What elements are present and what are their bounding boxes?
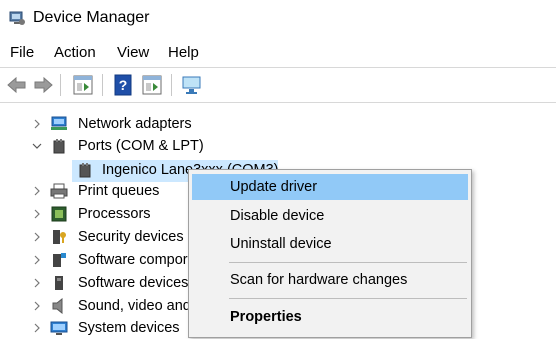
menu-action[interactable]: Action [54, 44, 96, 61]
menu-item-label: Disable device [230, 208, 325, 224]
title-bar: Device Manager [0, 0, 556, 38]
chevron-right-icon[interactable] [32, 119, 42, 129]
menu-separator [229, 298, 467, 299]
menu-item-label: Properties [230, 309, 302, 325]
tree-icon-partial [58, 102, 72, 104]
chevron-down-icon[interactable] [32, 141, 42, 151]
software-device-icon [55, 276, 63, 290]
window-title: Device Manager [33, 9, 150, 26]
system-icon [50, 321, 68, 335]
software-component-icon [53, 253, 66, 267]
svg-text:?: ? [119, 77, 128, 93]
sound-icon [52, 298, 63, 314]
toolbar-separator [102, 74, 103, 96]
chevron-right-icon[interactable] [32, 323, 42, 333]
tree-item-label: Ports (COM & LPT) [78, 138, 204, 154]
tree-item-network-adapters[interactable]: Network adapters [30, 113, 280, 135]
processor-icon [51, 206, 67, 222]
tree-item-label: Software devices [78, 275, 189, 291]
toolbar-separator [171, 74, 172, 96]
menu-item-uninstall-device[interactable]: Uninstall device [192, 231, 468, 257]
tree-item-security-devices[interactable]: Security devices [30, 226, 190, 248]
menu-item-update-driver[interactable]: Update driver [192, 174, 468, 200]
properties-icon[interactable] [71, 73, 95, 97]
forward-icon[interactable] [31, 73, 55, 97]
chevron-right-icon[interactable] [32, 186, 42, 196]
tree-item-label: Sound, video and [78, 298, 191, 314]
menu-bar: File Action View Help [0, 40, 556, 66]
menu-item-label: Update driver [230, 179, 318, 195]
tree-item-processors[interactable]: Processors [30, 203, 190, 225]
help-icon[interactable]: ? [111, 73, 135, 97]
tree-item-label: Print queues [78, 183, 160, 199]
scan-icon[interactable] [180, 73, 204, 97]
menu-file[interactable]: File [10, 44, 34, 61]
menu-separator [229, 262, 467, 263]
tree-item-label: System devices [78, 320, 180, 336]
tree-item-print-queues[interactable]: Print queues [30, 180, 190, 202]
tree-item-ports[interactable]: Ports (COM & LPT) [30, 135, 280, 157]
back-icon[interactable] [5, 73, 29, 97]
device-manager-icon [9, 11, 25, 25]
tree-item-software-components[interactable]: Software compor [30, 249, 190, 271]
menu-item-disable-device[interactable]: Disable device [192, 203, 468, 229]
tree-item-label: Security devices [78, 229, 184, 245]
menu-item-properties[interactable]: Properties [192, 304, 468, 330]
tree-item-label: Software compor [78, 252, 188, 268]
update-icon[interactable] [140, 73, 164, 97]
tree-item-label: Processors [78, 206, 151, 222]
chevron-right-icon[interactable] [32, 255, 42, 265]
tree-item-system-devices[interactable]: System devices [30, 317, 190, 339]
port-device-icon [79, 163, 91, 178]
security-icon [53, 230, 66, 244]
tree-item-label: Network adapters [78, 116, 192, 132]
network-icon [51, 116, 67, 130]
tree-item-sound-video[interactable]: Sound, video and [30, 295, 191, 317]
chevron-right-icon[interactable] [32, 301, 42, 311]
tree-item-software-devices[interactable]: Software devices [30, 272, 190, 294]
menu-item-label: Scan for hardware changes [230, 272, 408, 288]
menu-item-scan-hardware[interactable]: Scan for hardware changes [192, 267, 468, 293]
printer-icon [50, 183, 68, 199]
chevron-right-icon[interactable] [32, 209, 42, 219]
context-menu: Update driver Disable device Uninstall d… [188, 169, 472, 338]
menu-help[interactable]: Help [168, 44, 199, 61]
menu-item-label: Uninstall device [230, 236, 332, 252]
chevron-right-icon[interactable] [32, 232, 42, 242]
menu-view[interactable]: View [117, 44, 149, 61]
port-icon [53, 139, 65, 154]
toolbar-separator [60, 74, 61, 96]
toolbar: ? [0, 67, 556, 103]
chevron-right-icon[interactable] [32, 278, 42, 288]
